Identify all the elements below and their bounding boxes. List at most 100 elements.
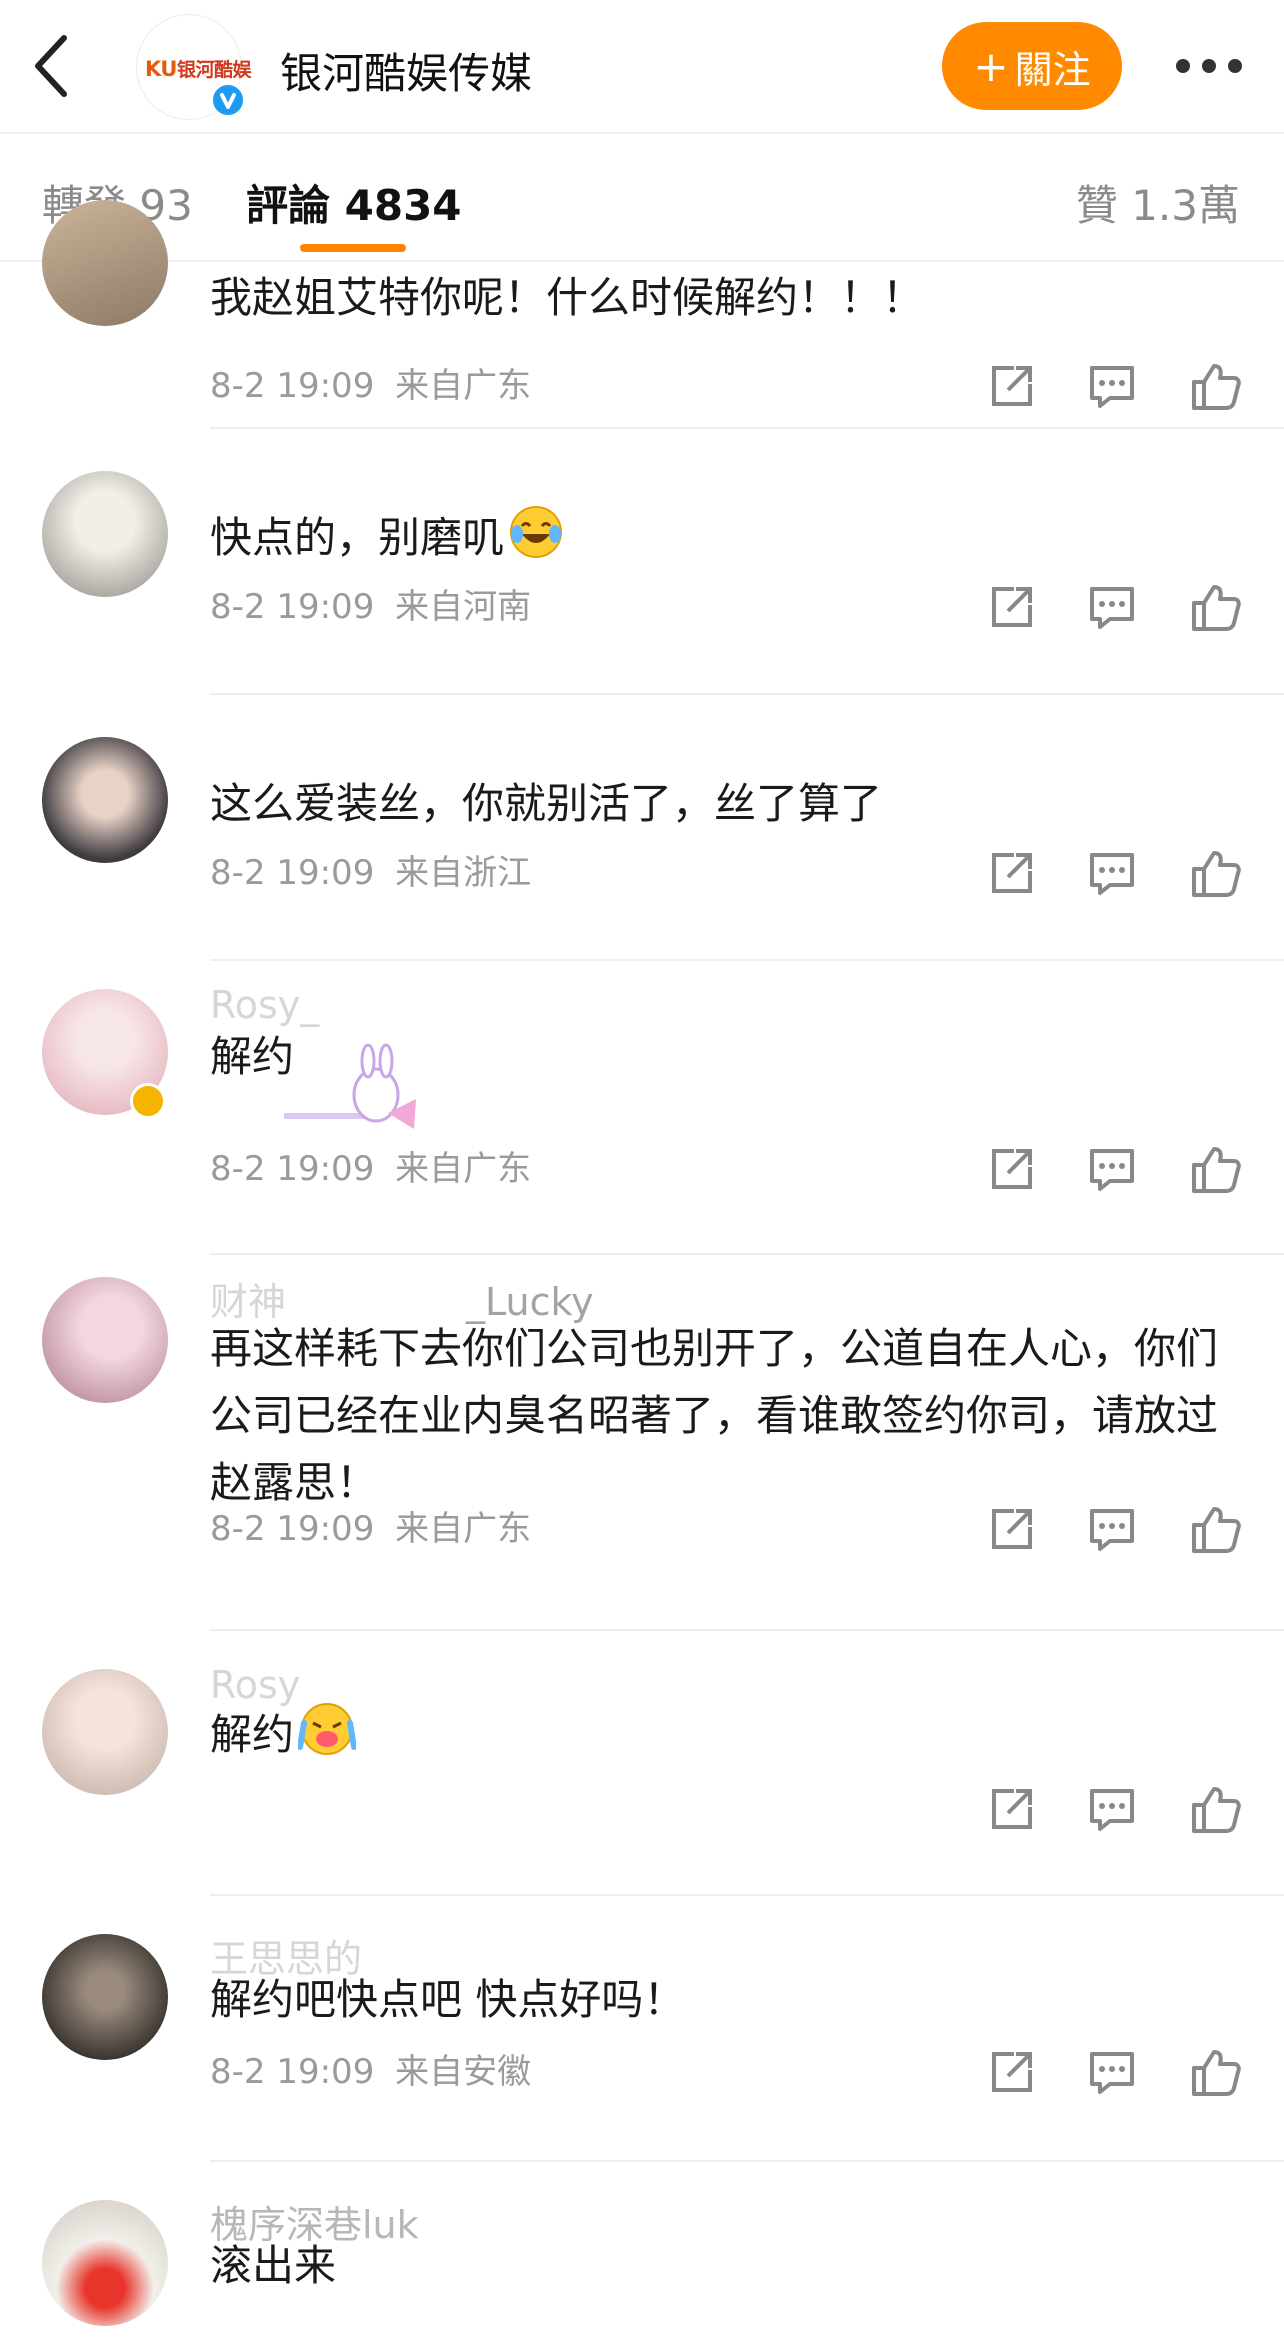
comment-icon <box>1090 1509 1134 1551</box>
comment-actions <box>984 579 1244 635</box>
comment-text-content: 快点的，别磨叽 <box>210 513 505 562</box>
comment-divider <box>210 959 1284 961</box>
account-name[interactable]: 银河酷娱传媒 <box>280 40 532 101</box>
avatar[interactable] <box>42 737 168 863</box>
comment-location: 来自广东 <box>395 1509 532 1549</box>
share-button[interactable] <box>984 579 1040 635</box>
comment-text-content: 解约 <box>210 1710 295 1759</box>
avatar[interactable] <box>42 471 168 597</box>
comment-actions <box>984 1141 1244 1197</box>
thumbs-up-icon <box>1192 1507 1241 1553</box>
thumbs-up-icon <box>1192 364 1241 410</box>
comment-meta: 8-2 19:09 来自广东 <box>210 1141 531 1190</box>
share-icon <box>992 2052 1032 2092</box>
back-button[interactable] <box>24 28 80 104</box>
like-button[interactable] <box>1188 579 1244 635</box>
reply-button[interactable] <box>1084 579 1140 635</box>
like-button[interactable] <box>1188 358 1244 414</box>
like-button[interactable] <box>1188 1781 1244 1837</box>
like-button[interactable] <box>1188 845 1244 901</box>
comment-actions <box>984 1501 1244 1557</box>
comment-text: 我赵姐艾特你呢！什么时候解约！！！ <box>210 273 925 322</box>
share-icon <box>992 1149 1032 1189</box>
reply-button[interactable] <box>1084 845 1140 901</box>
more-dot-icon <box>1228 59 1242 73</box>
tab-likes[interactable]: 贊 1.3萬 <box>1076 172 1240 233</box>
share-button[interactable] <box>984 2044 1040 2100</box>
reply-button[interactable] <box>1084 358 1140 414</box>
reply-button[interactable] <box>1084 2044 1140 2100</box>
logo-name: 银河酷娱 <box>176 59 252 81</box>
verified-badge-icon <box>130 1083 166 1119</box>
share-icon <box>992 587 1032 627</box>
share-icon <box>992 366 1032 406</box>
comment-time: 8-2 19:09 <box>210 366 375 406</box>
like-button[interactable] <box>1188 1501 1244 1557</box>
tab-bar: 轉發 93 評論 4834 贊 1.3萬 <box>0 134 1284 262</box>
comment-meta: 8-2 19:09 来自浙江 <box>210 845 531 894</box>
comment-actions <box>984 358 1244 414</box>
comment-meta: 8-2 19:09 来自河南 <box>210 579 531 628</box>
verified-badge-icon <box>210 82 246 118</box>
more-dot-icon <box>1176 59 1190 73</box>
like-button[interactable] <box>1188 1141 1244 1197</box>
reply-button[interactable] <box>1084 1501 1140 1557</box>
comment-location: 来自广东 <box>395 1149 532 1189</box>
thumbs-up-icon <box>1192 2050 1241 2096</box>
tabs-divider <box>0 260 1284 262</box>
avatar[interactable] <box>42 200 168 326</box>
thumbs-up-icon <box>1192 585 1241 631</box>
thumbs-up-icon <box>1192 1787 1241 1833</box>
comment-text: 解约吧快点吧 快点好吗！ <box>210 1975 686 2024</box>
thumbs-up-icon <box>1192 1147 1241 1193</box>
comment-time: 8-2 19:09 <box>210 853 375 893</box>
logo-ku: KU <box>145 57 177 81</box>
share-button[interactable] <box>984 845 1040 901</box>
avatar[interactable] <box>42 1934 168 2060</box>
share-icon <box>992 1789 1032 1829</box>
share-icon <box>992 853 1032 893</box>
avatar[interactable] <box>42 2200 168 2326</box>
share-button[interactable] <box>984 1781 1040 1837</box>
thumbs-up-icon <box>1192 851 1241 897</box>
comment-time: 8-2 19:09 <box>210 587 375 627</box>
more-button[interactable] <box>1172 54 1244 78</box>
plus-icon: + <box>973 41 1009 91</box>
share-button[interactable] <box>984 1141 1040 1197</box>
laugh-cry-emoji-icon <box>510 506 563 558</box>
reply-button[interactable] <box>1084 1781 1140 1837</box>
comment-divider <box>210 1629 1284 1631</box>
comment-text: 快点的，别磨叽 <box>210 504 1250 571</box>
comment-location: 来自河南 <box>395 587 532 627</box>
comment-text: 再这样耗下去你们公司也别开了，公道自在人心，你们公司已经在业内臭名昭著了，看谁敢… <box>210 1324 1219 1507</box>
bunny-sticker-icon <box>284 1043 416 1129</box>
comment-time: 8-2 19:09 <box>210 1509 375 1549</box>
chevron-left-icon <box>35 35 67 97</box>
reply-button[interactable] <box>1084 1141 1140 1197</box>
comment-meta: 8-2 19:09 来自安徽 <box>210 2044 531 2093</box>
tab-comments[interactable]: 評論 4834 <box>246 172 462 233</box>
comment-icon <box>1090 366 1134 408</box>
comment-icon <box>1090 1789 1134 1831</box>
comment-time: 8-2 19:09 <box>210 1149 375 1189</box>
like-button[interactable] <box>1188 2044 1244 2100</box>
share-button[interactable] <box>984 1501 1040 1557</box>
active-tab-indicator <box>300 244 406 252</box>
comment-icon <box>1090 853 1134 895</box>
comment-actions <box>984 845 1244 901</box>
comment-actions <box>984 2044 1244 2100</box>
follow-label: 關注 <box>1014 47 1091 92</box>
avatar[interactable] <box>42 1669 168 1795</box>
cry-joy-emoji-icon <box>298 1703 357 1755</box>
avatar[interactable] <box>42 1277 168 1403</box>
comment-location: 来自浙江 <box>395 853 532 893</box>
comment-location: 来自安徽 <box>395 2052 532 2092</box>
comment-username[interactable]: Rosy_ <box>210 983 319 1027</box>
comment-divider <box>210 1253 1284 1255</box>
follow-button[interactable]: + 關注 <box>942 22 1122 110</box>
comment-divider <box>210 1894 1284 1896</box>
comment-text: 解约 <box>210 1701 1250 1768</box>
comment-text: 滚出来 <box>210 2241 337 2290</box>
share-button[interactable] <box>984 358 1040 414</box>
comment-icon <box>1090 2052 1134 2094</box>
